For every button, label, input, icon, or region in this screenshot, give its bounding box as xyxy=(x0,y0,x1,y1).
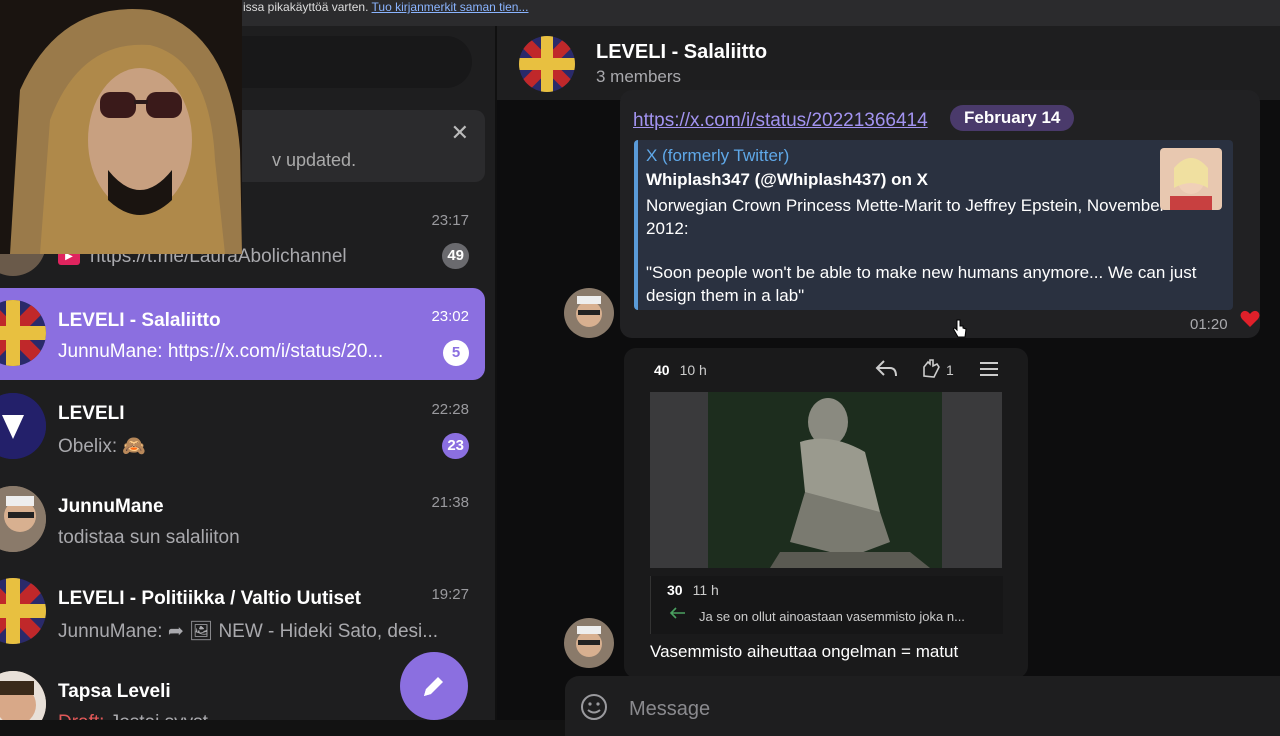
emoji-icon[interactable] xyxy=(579,692,609,727)
message-composer[interactable]: Message xyxy=(565,676,1280,736)
chat-item-leveli-salaliitto[interactable]: LEVELI - Salaliitto JunnuMane: https://x… xyxy=(0,288,485,380)
post-image[interactable] xyxy=(650,392,1002,568)
browser-notice-text: issa pikakäyttöä varten. xyxy=(243,0,369,14)
import-bookmarks-link[interactable]: Tuo kirjanmerkit saman tien... xyxy=(372,0,529,14)
link-preview[interactable]: X (formerly Twitter) Whiplash347 (@Whipl… xyxy=(634,140,1233,310)
chat-time: 22:28 xyxy=(431,401,469,418)
date-pill: February 14 xyxy=(950,105,1075,131)
pencil-icon xyxy=(424,677,443,696)
post-score: 40 xyxy=(654,362,670,378)
chat-name: Tapsa Leveli xyxy=(58,681,171,702)
chat-time: 21:38 xyxy=(431,494,469,511)
chat-name: LEVELI - Salaliitto xyxy=(58,310,221,331)
menu-icon[interactable] xyxy=(978,358,1000,385)
draft-label: Draft: xyxy=(58,712,104,720)
preview-text: Norwegian Crown Princess Mette-Marit to … xyxy=(646,196,1166,238)
quoted-meta: 30 11 h xyxy=(667,582,719,598)
clap-count: 1 xyxy=(946,362,954,378)
sender-avatar[interactable] xyxy=(564,618,614,668)
reply-arrow-icon xyxy=(669,606,687,625)
compose-button[interactable] xyxy=(400,652,468,720)
message-bubble: https://x.com/i/status/20221366414 Febru… xyxy=(620,90,1260,338)
reply-icon[interactable] xyxy=(874,358,898,385)
chat-preview: JunnuMane: https://x.com/i/status/20... xyxy=(58,341,384,362)
avatar xyxy=(0,486,46,552)
update-banner: v updated. ✕ xyxy=(200,110,485,182)
update-banner-text: v updated. xyxy=(272,150,357,170)
quoted-score: 30 xyxy=(667,582,683,598)
chat-time: 23:02 xyxy=(431,308,469,325)
chat-name: LEVELI xyxy=(58,403,125,424)
preview-title: Whiplash347 (@Whiplash437) on X xyxy=(646,170,929,189)
sender-avatar[interactable] xyxy=(564,288,614,338)
chat-item-leveli[interactable]: LEVELI Obelix: 🙈 22:28 23 xyxy=(0,381,485,473)
post-meta: 40 10 h xyxy=(654,362,707,378)
webcam-overlay xyxy=(0,0,242,254)
group-avatar[interactable] xyxy=(519,36,575,92)
chat-name: JunnuMane xyxy=(58,496,164,517)
unread-badge: 23 xyxy=(442,433,469,459)
clap-icon[interactable] xyxy=(920,358,942,385)
message-link[interactable]: https://x.com/i/status/20221366414 xyxy=(633,110,928,132)
chat-name: LEVELI - Politiikka / Valtio Uutiset xyxy=(58,588,362,609)
message-text: Vasemmisto aiheuttaa ongelman = matut xyxy=(650,642,959,661)
avatar xyxy=(0,578,46,644)
preview-site: X (formerly Twitter) xyxy=(646,146,790,165)
chat-preview: Draft: Jostai syyst xyxy=(58,712,208,720)
unread-badge: 49 xyxy=(442,243,469,269)
unread-badge: 5 xyxy=(443,340,469,366)
preview-quote: "Soon people won't be able to make new h… xyxy=(646,263,1197,305)
quoted-comment[interactable]: 30 11 h Ja se on ollut ainoastaan vasemmi… xyxy=(650,576,1003,634)
draft-text: Jostai syyst xyxy=(104,712,208,720)
post-age: 10 h xyxy=(679,362,707,378)
message-time: 01:20 xyxy=(1190,316,1228,333)
hand-cursor-icon xyxy=(953,319,967,344)
chat-time: 19:27 xyxy=(431,586,469,603)
quoted-age: 11 h xyxy=(692,582,719,598)
avatar xyxy=(0,300,46,366)
close-icon[interactable]: ✕ xyxy=(451,120,469,146)
chat-title: LEVELI - Salaliitto xyxy=(596,41,768,63)
message-input[interactable]: Message xyxy=(629,698,710,721)
member-count: 3 members xyxy=(596,67,682,86)
chat-preview: Obelix: 🙈 xyxy=(58,436,147,457)
avatar xyxy=(0,671,46,720)
forwarded-post-bubble: 40 10 h 1 30 11 h Ja se on ollut ainoastaa… xyxy=(624,348,1028,678)
preview-thumbnail xyxy=(1160,148,1222,210)
heart-reaction-icon[interactable] xyxy=(1240,310,1260,333)
chat-header[interactable]: LEVELI - Salaliitto 3 members xyxy=(497,26,1280,100)
quoted-text: Ja se on ollut ainoastaan vasemmisto jok… xyxy=(699,609,965,624)
browser-notice: issa pikakäyttöä varten. Tuo kirjanmerki… xyxy=(243,0,528,14)
chat-preview: JunnuMane: ➦ 🖼 NEW - Hideki Sato, desi..… xyxy=(58,621,439,642)
chat-preview: todistaa sun salaliiton xyxy=(58,527,240,548)
avatar xyxy=(0,393,46,459)
chat-item-junnumane[interactable]: JunnuMane todistaa sun salaliiton 21:38 xyxy=(0,474,485,566)
chat-time: 23:17 xyxy=(431,212,469,229)
chat-item-leveli-politiikka[interactable]: LEVELI - Politiikka / Valtio Uutiset Jun… xyxy=(0,566,485,658)
